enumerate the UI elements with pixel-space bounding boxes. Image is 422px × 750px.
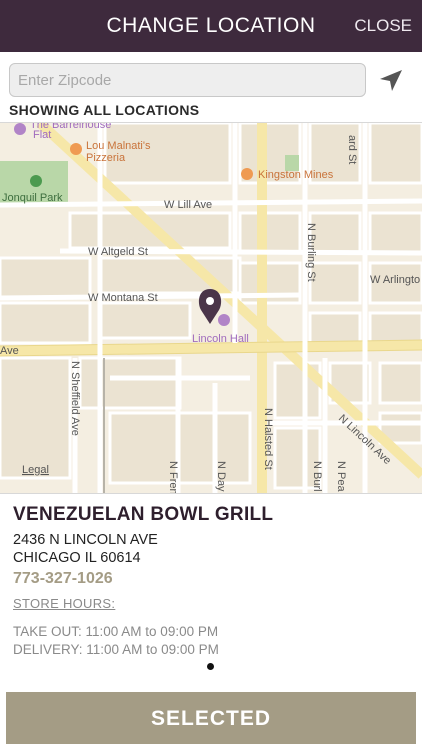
store-phone-link[interactable]: 773-327-1026: [13, 570, 273, 588]
street-pea: N Pea: [335, 461, 347, 492]
location-arrow-icon[interactable]: [378, 68, 404, 94]
close-button[interactable]: CLOSE: [354, 0, 412, 52]
store-hours-link[interactable]: STORE HOURS:: [13, 596, 273, 611]
street-montana: W Montana St: [88, 292, 158, 304]
address-line1: 2436 N LINCOLN AVE: [13, 532, 158, 548]
store-address: 2436 N LINCOLN AVE CHICAGO IL 60614: [13, 531, 273, 567]
take-out-hours: TAKE OUT: 11:00 AM to 09:00 PM: [13, 624, 219, 639]
delivery-hours: DELIVERY: 11:00 AM to 09:00 PM: [13, 642, 219, 657]
poi-flat: Flat: [33, 129, 51, 141]
poi-lou2: Pizzeria: [86, 152, 126, 164]
poi-kingston: Kingston Mines: [258, 169, 334, 181]
store-info: VENEZUELAN BOWL GRILL 2436 N LINCOLN AVE…: [13, 504, 273, 659]
map-legal-link: Legal: [22, 464, 49, 476]
filter-label: SHOWING ALL LOCATIONS: [9, 102, 200, 118]
street-burl2: N Burl: [311, 461, 323, 492]
poi-lou1: Lou Malnati's: [86, 140, 151, 152]
street-fren: N Fren: [167, 461, 179, 493]
street-lill: W Lill Ave: [164, 199, 212, 211]
street-ard: ard St: [346, 135, 358, 164]
store-hours: TAKE OUT: 11:00 AM to 09:00 PM DELIVERY:…: [13, 623, 273, 659]
street-burling: N Burling St: [305, 223, 317, 282]
street-altgeld: W Altgeld St: [88, 246, 148, 258]
selected-button[interactable]: SELECTED: [6, 692, 416, 744]
header-bar: CHANGE LOCATION CLOSE: [0, 0, 422, 52]
address-line2: CHICAGO IL 60614: [13, 550, 141, 566]
map-canvas: The Barrelhouse Flat Lou Malnati's Pizze…: [0, 123, 422, 493]
page-indicator-dot: [207, 663, 214, 670]
street-sheffield: N Sheffield Ave: [69, 361, 81, 436]
zipcode-input[interactable]: [9, 63, 366, 97]
street-ave: Ave: [0, 345, 19, 357]
poi-lincoln-hall: Lincoln Hall: [192, 333, 249, 345]
store-name: VENEZUELAN BOWL GRILL: [13, 504, 274, 525]
street-day: N Day: [215, 461, 227, 492]
search-row: [0, 52, 422, 102]
poi-jonquil: Jonquil Park: [2, 192, 63, 204]
street-arlington: W Arlingto: [370, 274, 420, 286]
map-view[interactable]: The Barrelhouse Flat Lou Malnati's Pizze…: [0, 122, 422, 494]
street-halsted: N Halsted St: [262, 408, 274, 470]
